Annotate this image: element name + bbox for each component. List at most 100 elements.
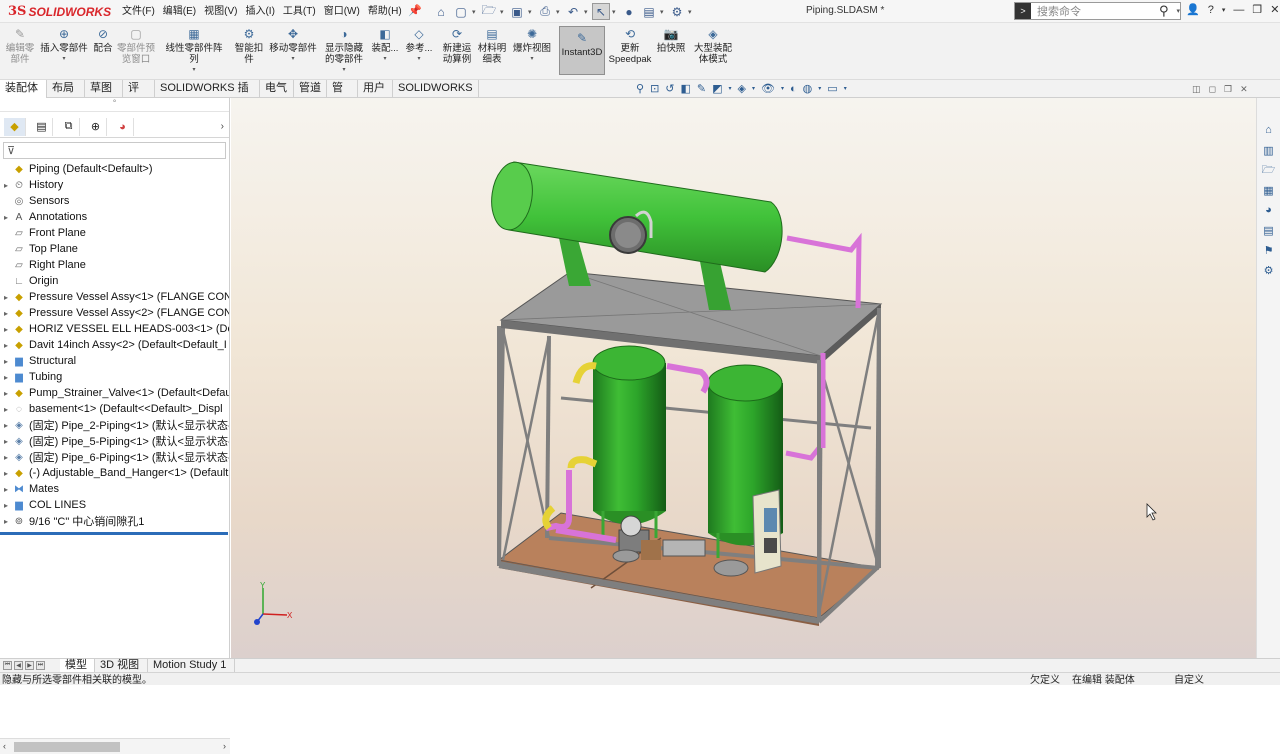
bottom-tab-2[interactable]: Motion Study 1 — [148, 659, 235, 673]
tree-node-13[interactable]: ▸ ▆ Tubing — [0, 369, 229, 385]
help-icon[interactable]: ? — [1208, 4, 1214, 16]
tree-node-6[interactable]: ▱ Right Plane — [0, 257, 229, 273]
options-gear-icon[interactable]: ⚙ — [668, 3, 686, 20]
tab-8[interactable]: 用户定义的线路 — [358, 80, 393, 145]
tree-node-22[interactable]: ▸ ⊚ 9/16 "C" 中心销间隙孔1 — [0, 513, 229, 529]
tree-node-21[interactable]: ▸ ▆ COL LINES — [0, 497, 229, 513]
scene-dropdown-icon[interactable]: ▾ — [818, 85, 821, 92]
expand-arrow-icon[interactable]: ▸ — [0, 293, 12, 302]
user-icon[interactable]: 👤 — [1186, 3, 1200, 16]
appearances-icon[interactable]: ◕ — [1261, 202, 1277, 218]
edit-appearance-icon[interactable]: ◐ — [790, 83, 797, 95]
menu-item-4[interactable]: 工具(T) — [279, 5, 320, 19]
minimize-icon[interactable]: — — [1233, 4, 1244, 16]
tree-node-0[interactable]: ◆ Piping (Default<Default>) — [0, 161, 229, 177]
viewport-close-icon[interactable]: ✕ — [1240, 84, 1248, 95]
close-icon[interactable]: ✕ — [1270, 3, 1279, 16]
graphics-area[interactable]: Y X — [231, 98, 1256, 658]
tab-7[interactable]: 管筒 — [327, 80, 358, 111]
expand-tabs-icon[interactable]: › — [221, 121, 224, 132]
ribbon-smart-fasteners-button[interactable]: ⚙ 智能扣 件 — [233, 26, 265, 65]
chevron-down-icon[interactable]: ▾ — [417, 55, 420, 62]
menu-item-1[interactable]: 编辑(E) — [159, 5, 200, 19]
ribbon-exploded-view-button[interactable]: ✺ 爆炸视图 ▾ — [512, 26, 552, 62]
save-dropdown-icon[interactable]: ▾ — [528, 8, 534, 16]
tree-node-19[interactable]: ▸ ◆ (-) Adjustable_Band_Hanger<1> (Default — [0, 465, 229, 481]
scroll-left-icon[interactable]: ‹ — [3, 741, 6, 751]
tree-node-8[interactable]: ▸ ◆ Pressure Vessel Assy<1> (FLANGE CONF — [0, 289, 229, 305]
ribbon-component-preview-button[interactable]: ▢ 零部件预 览窗口 — [116, 26, 156, 65]
new-document-icon[interactable]: ▢ — [452, 3, 470, 20]
viewport-restore-icon[interactable]: ❐ — [1224, 84, 1232, 95]
display-style-dropdown-icon[interactable]: ▾ — [752, 85, 755, 92]
hide-show-items-icon[interactable]: 👁 — [761, 82, 775, 95]
search-input[interactable]: 搜索命令 — [1037, 3, 1159, 19]
menu-item-5[interactable]: 窗口(W) — [320, 5, 364, 19]
display-style-icon[interactable]: ◈ — [738, 82, 746, 95]
zoom-to-fit-icon[interactable]: ⚲ — [636, 82, 644, 95]
ribbon-large-assembly-button[interactable]: ◈ 大型装配 体模式 — [693, 26, 733, 65]
feature-manager-tree-icon[interactable]: ◆ — [4, 117, 26, 136]
restore-icon[interactable]: ❐ — [1252, 3, 1262, 16]
chevron-down-icon[interactable]: ▾ — [62, 55, 65, 62]
apply-scene-icon[interactable]: ◍ — [803, 82, 813, 95]
rollback-bar[interactable] — [0, 532, 228, 535]
search-command-box[interactable]: > 搜索命令 ⚲ ▾ — [1014, 2, 1181, 20]
tab-1[interactable]: 布局 — [47, 80, 85, 98]
expand-arrow-icon[interactable]: ▸ — [0, 453, 12, 462]
ribbon-insert-component-button[interactable]: ⊕ 插入零部件 ▾ — [38, 26, 90, 62]
bottom-tab-0[interactable]: 模型 — [60, 659, 95, 673]
ribbon-speedpak-button[interactable]: ⟲ 更新 Speedpak — [609, 26, 652, 65]
viewport-minimize-icon[interactable]: ◻ — [1209, 84, 1216, 95]
ribbon-reference-geometry-button[interactable]: ◇ 参考... ▾ — [404, 26, 434, 62]
tree-node-4[interactable]: ▱ Front Plane — [0, 225, 229, 241]
section-view-icon[interactable]: ◧ — [681, 82, 691, 95]
expand-arrow-icon[interactable]: ▸ — [0, 469, 12, 478]
tree-node-2[interactable]: ◎ Sensors — [0, 193, 229, 209]
view-orientation-dropdown-icon[interactable]: ▾ — [729, 85, 732, 92]
undo-icon[interactable]: ↶ — [564, 3, 582, 20]
tree-node-16[interactable]: ▸ ◈ (固定) Pipe_2-Piping<1> (默认<显示状态- — [0, 417, 229, 433]
expand-arrow-icon[interactable]: ▸ — [0, 373, 12, 382]
ribbon-assembly-features-button[interactable]: ◧ 装配... ▾ — [370, 26, 400, 62]
tree-node-7[interactable]: ∟ Origin — [0, 273, 229, 289]
save-icon[interactable]: ▣ — [508, 3, 526, 20]
help-dropdown-icon[interactable]: ▾ — [1222, 6, 1226, 14]
view-settings-dropdown-icon[interactable]: ▾ — [844, 85, 847, 92]
last-tab-icon[interactable]: ⏭ — [36, 661, 45, 670]
menu-item-6[interactable]: 帮助(H) — [364, 5, 406, 19]
expand-arrow-icon[interactable]: ▸ — [0, 181, 12, 190]
display-manager-icon[interactable]: ◕ — [112, 117, 134, 136]
ribbon-bom-button[interactable]: ▤ 材料明 细表 — [477, 26, 507, 65]
ribbon-show-hidden-button[interactable]: ◑ 显示隐藏 的零部件 ▾ — [322, 26, 366, 73]
design-library-icon[interactable]: ▥ — [1261, 142, 1277, 158]
tab-5[interactable]: 电气 — [260, 80, 294, 98]
expand-arrow-icon[interactable]: ▸ — [0, 405, 12, 414]
open-folder-icon[interactable]: 🗁 — [480, 3, 498, 20]
ribbon-instant3d-button[interactable]: ✎ Instant3D — [559, 26, 605, 75]
tree-node-3[interactable]: ▸ A Annotations — [0, 209, 229, 225]
tree-node-5[interactable]: ▱ Top Plane — [0, 241, 229, 257]
view-settings-icon[interactable]: ▭ — [827, 82, 837, 95]
prev-tab-icon[interactable]: ◀ — [14, 661, 23, 670]
status-units-custom[interactable]: 自定义 — [1174, 674, 1204, 687]
expand-arrow-icon[interactable]: ▸ — [0, 309, 12, 318]
select-dropdown-icon[interactable]: ▾ — [612, 8, 618, 16]
next-tab-icon[interactable]: ▶ — [25, 661, 34, 670]
expand-arrow-icon[interactable]: ▸ — [0, 421, 12, 430]
chevron-down-icon[interactable]: ▾ — [530, 55, 533, 62]
zoom-to-area-icon[interactable]: ⊡ — [650, 82, 659, 95]
tab-6[interactable]: 管道设计 — [294, 80, 327, 111]
expand-arrow-icon[interactable]: ▸ — [0, 341, 12, 350]
ribbon-move-component-button[interactable]: ✥ 移动零部件 ▾ — [268, 26, 318, 62]
tree-node-15[interactable]: ▸ ◌ basement<1> (Default<<Default>_Displ — [0, 401, 229, 417]
expand-arrow-icon[interactable]: ▸ — [0, 517, 12, 526]
tree-node-10[interactable]: ▸ ◆ HORIZ VESSEL ELL HEADS-003<1> (Defa — [0, 321, 229, 337]
tab-2[interactable]: 草图 — [85, 80, 123, 98]
expand-arrow-icon[interactable]: ▸ — [0, 357, 12, 366]
routing-library-icon[interactable]: ⚙ — [1261, 262, 1277, 278]
previous-view-icon[interactable]: ↺ — [665, 82, 674, 95]
assembly-model-render[interactable]: Y X — [231, 98, 1256, 658]
custom-properties-icon[interactable]: ▤ — [1261, 222, 1277, 238]
file-explorer-icon[interactable]: 🗁 — [1261, 162, 1277, 178]
